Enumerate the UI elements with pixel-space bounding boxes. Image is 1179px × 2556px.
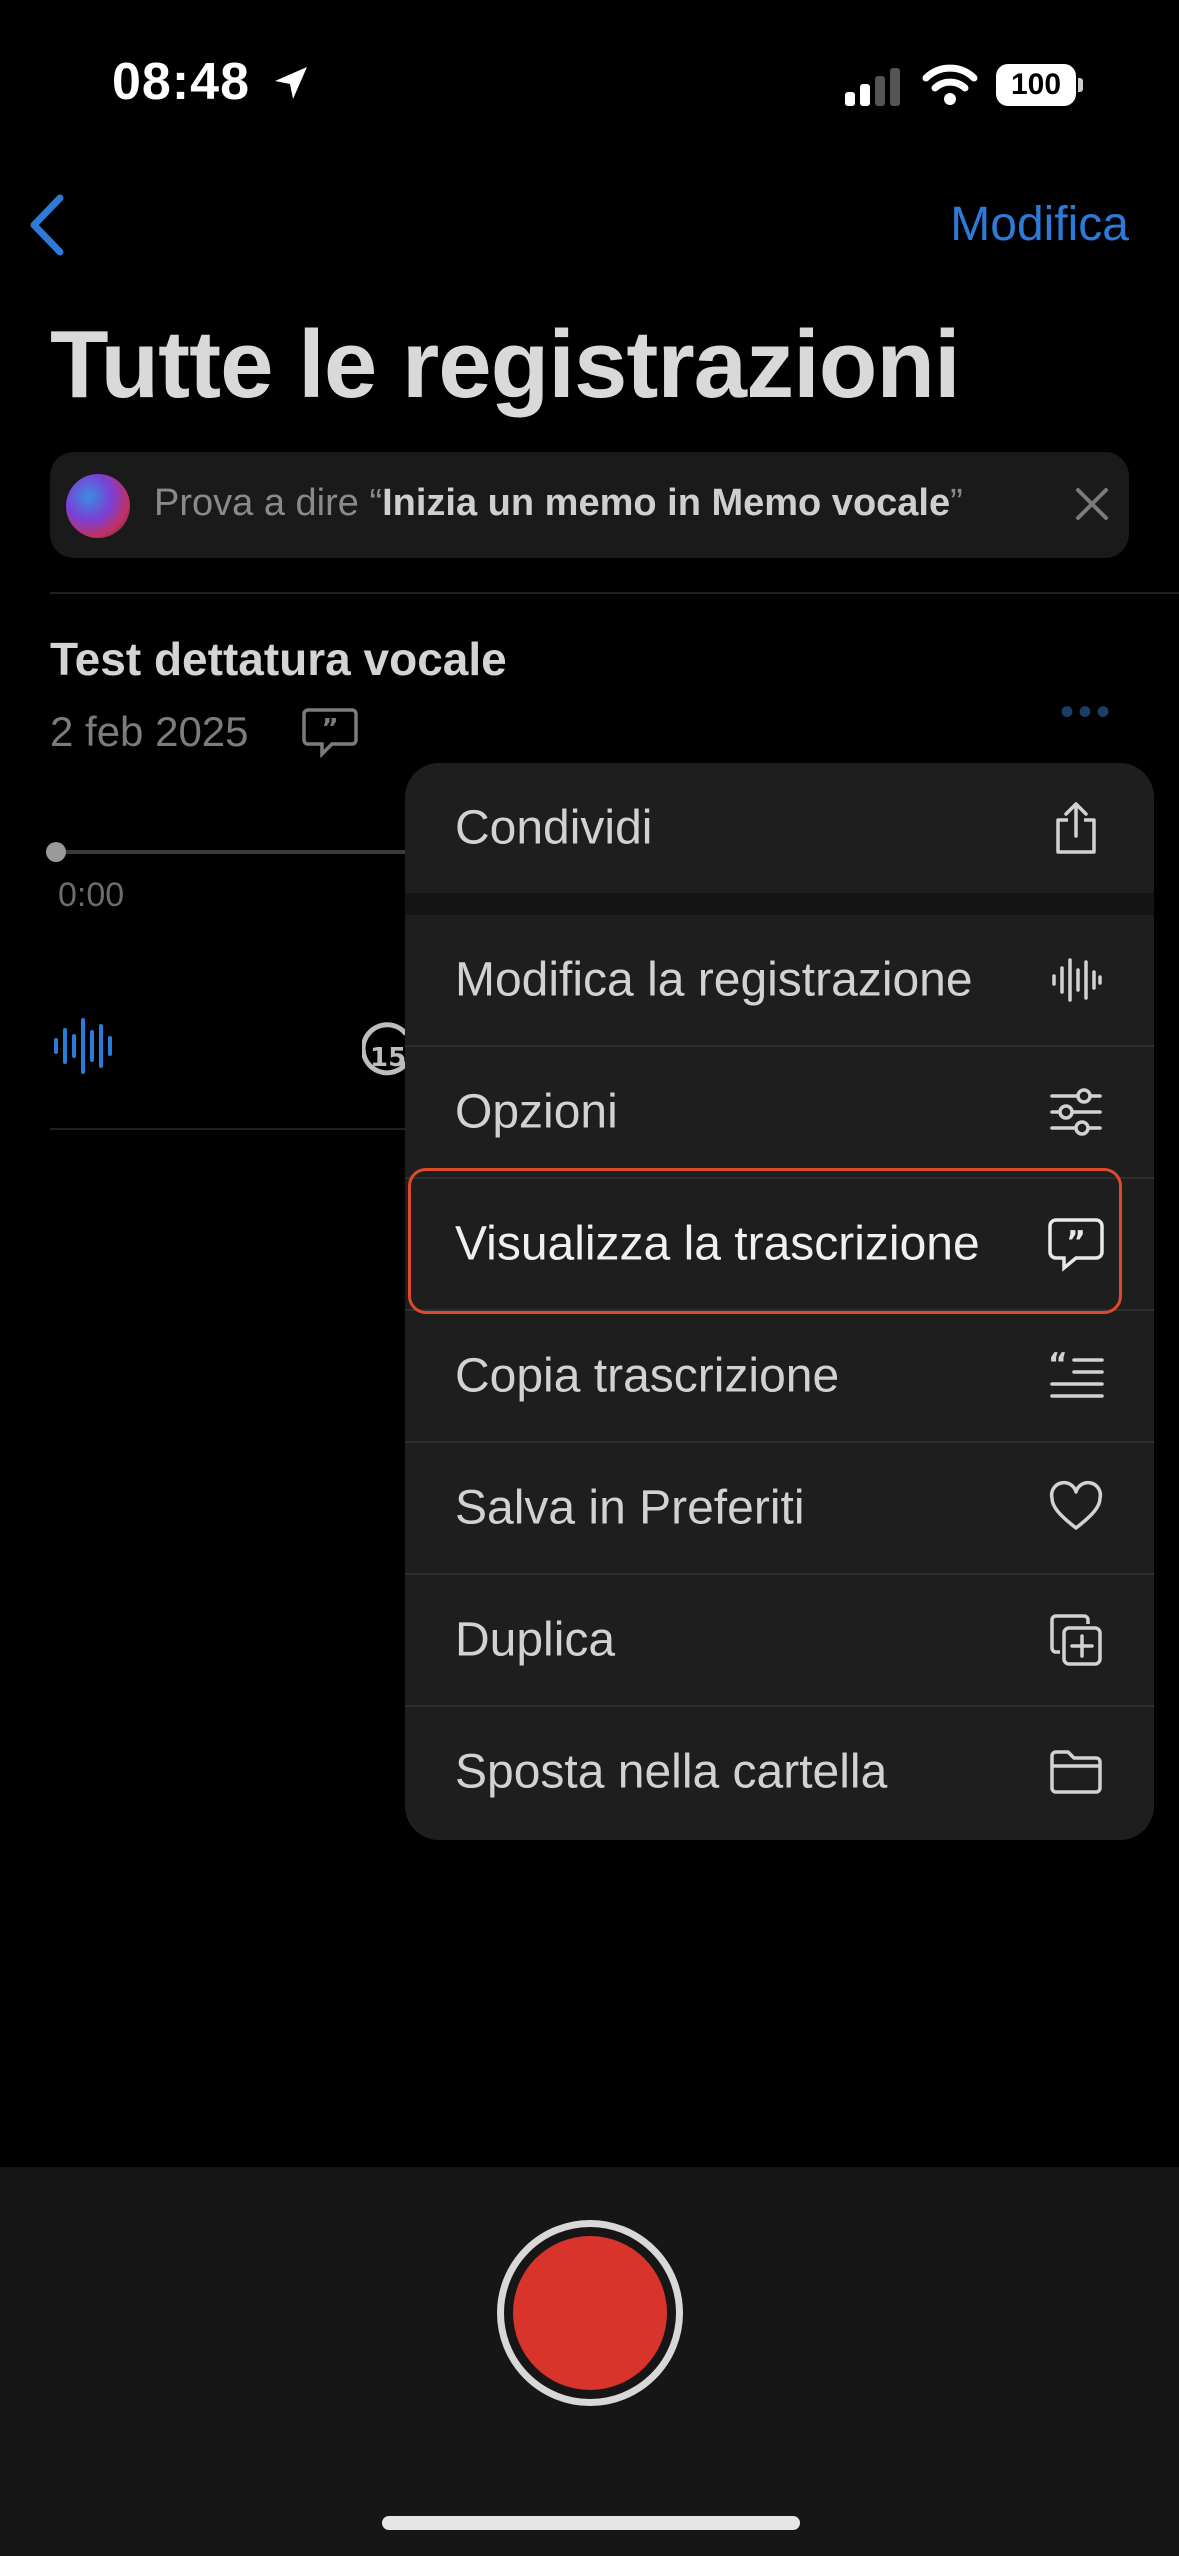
menu-item-label: Modifica la registrazione [455, 953, 973, 1007]
edit-button[interactable]: Modifica [950, 197, 1129, 252]
folder-icon [1050, 1750, 1102, 1794]
status-time: 08:48 [112, 52, 311, 112]
page-title: Tutte le registrazioni [50, 311, 961, 418]
menu-item-label: Duplica [455, 1613, 616, 1667]
waveform-icon [1052, 958, 1102, 1002]
battery-cap [1078, 78, 1083, 92]
home-indicator[interactable] [382, 2516, 800, 2530]
wifi-icon [922, 64, 978, 105]
menu-item-label: Condividi [455, 801, 653, 855]
divider [50, 592, 1179, 594]
back-chevron-icon[interactable] [22, 190, 72, 260]
elapsed-time: 0:00 [58, 876, 125, 914]
battery-indicator: 100 [996, 64, 1076, 106]
menu-item-favorite[interactable]: Salva in Preferiti [405, 1443, 1154, 1573]
menu-group-gap [405, 893, 1154, 915]
cellular-signal-icon [845, 66, 905, 106]
waveform-edit-icon[interactable] [52, 1014, 116, 1078]
close-icon[interactable] [1070, 482, 1114, 526]
copy-transcript-icon: “ [1048, 1348, 1104, 1398]
menu-item-duplicate[interactable]: Duplica [405, 1575, 1154, 1705]
scrubber-handle[interactable] [46, 842, 66, 862]
recording-date: 2 feb 2025 [50, 708, 249, 755]
siri-suggestion-text: Prova a dire “Inizia un memo in Memo voc… [154, 482, 963, 525]
siri-suggestion-banner[interactable]: Prova a dire “Inizia un memo in Memo voc… [50, 452, 1129, 558]
transcript-badge-icon: ” [302, 708, 358, 758]
highlight-annotation [408, 1168, 1122, 1314]
menu-item-share[interactable]: Condividi [405, 763, 1154, 893]
menu-item-move-to-folder[interactable]: Sposta nella cartella [405, 1707, 1154, 1837]
menu-item-options[interactable]: Opzioni [405, 1047, 1154, 1177]
playback-scrubber[interactable] [50, 850, 430, 854]
recording-title[interactable]: Test dettatura vocale [50, 632, 507, 686]
heart-icon [1049, 1480, 1103, 1530]
record-button-inner[interactable] [513, 2236, 667, 2390]
menu-item-label: Salva in Preferiti [455, 1481, 805, 1535]
divider [50, 1128, 405, 1130]
location-arrow-icon [275, 67, 308, 99]
time-text: 08:48 [112, 53, 250, 111]
menu-item-label: Opzioni [455, 1085, 618, 1139]
svg-text:15: 15 [370, 1043, 406, 1073]
menu-item-edit-recording[interactable]: Modifica la registrazione [405, 915, 1154, 1045]
svg-text:“: “ [1048, 1348, 1068, 1382]
more-options-button[interactable]: ••• [1060, 690, 1114, 735]
menu-item-label: Sposta nella cartella [455, 1745, 888, 1799]
svg-text:”: ” [321, 714, 338, 744]
share-icon [1056, 802, 1096, 854]
menu-item-copy-transcript[interactable]: Copia trascrizione “ [405, 1311, 1154, 1441]
duplicate-icon [1050, 1614, 1102, 1666]
siri-phrase: Inizia un memo in Memo vocale [382, 482, 951, 524]
sliders-icon [1050, 1088, 1102, 1136]
siri-icon [66, 474, 130, 538]
siri-prefix: Prova a dire “ [154, 482, 383, 524]
siri-suffix: ” [950, 482, 963, 524]
menu-item-label: Copia trascrizione [455, 1349, 840, 1403]
